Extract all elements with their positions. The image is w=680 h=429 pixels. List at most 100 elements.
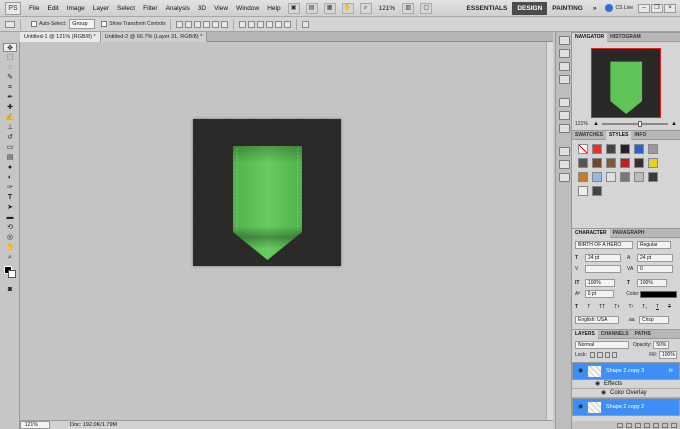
masks-icon[interactable] xyxy=(559,124,570,133)
mini-bridge-icon[interactable]: ▤ xyxy=(305,2,318,14)
zoom-tool-icon[interactable]: ⌕ xyxy=(3,253,17,262)
brush-tool-icon[interactable]: ✍ xyxy=(3,113,17,122)
fill-field[interactable]: 100% xyxy=(658,351,677,359)
faux-italic-button[interactable]: T xyxy=(587,304,590,310)
navigator-zoom[interactable]: 121% xyxy=(575,121,593,127)
menu-edit[interactable]: Edit xyxy=(43,0,62,17)
workspace-essentials[interactable]: ESSENTIALS xyxy=(462,0,513,17)
zoom-slider[interactable] xyxy=(601,121,669,127)
opacity-field[interactable]: 50% xyxy=(653,341,670,349)
layer-fx-icon[interactable]: fx xyxy=(669,367,673,375)
vertical-scale-field[interactable]: 100% xyxy=(585,279,615,287)
language-dropdown[interactable]: English: USA xyxy=(575,316,619,324)
style-swatch[interactable] xyxy=(620,172,630,182)
style-swatch[interactable] xyxy=(592,172,602,182)
lock-transparency-icon[interactable] xyxy=(589,352,596,358)
style-swatch[interactable] xyxy=(648,144,658,154)
tab-swatches[interactable]: SWATCHES xyxy=(572,131,606,140)
menu-select[interactable]: Select xyxy=(113,0,139,17)
minimize-button[interactable]: – xyxy=(638,3,650,13)
style-swatch[interactable] xyxy=(592,158,602,168)
dodge-tool-icon[interactable]: ◐ xyxy=(3,173,17,182)
history-brush-icon[interactable]: ↺ xyxy=(3,133,17,142)
style-swatch[interactable] xyxy=(648,158,658,168)
style-swatch[interactable] xyxy=(634,158,644,168)
navigator-preview[interactable] xyxy=(591,48,661,118)
eyedropper-tool-icon[interactable]: ✒ xyxy=(3,93,17,102)
bridge-icon[interactable]: ▣ xyxy=(287,2,300,14)
zoom-in-icon[interactable]: ▲ xyxy=(671,121,677,127)
leading-field[interactable]: 24 pt xyxy=(637,254,673,262)
healing-tool-icon[interactable]: ✚ xyxy=(3,103,17,112)
tab-untitled-1[interactable]: Untitled-1 @ 121% (RGB/8) * xyxy=(20,31,101,42)
horizontal-scale-field[interactable]: 100% xyxy=(637,279,667,287)
zoom-level[interactable]: 121% xyxy=(375,0,400,17)
arrange-documents-icon[interactable]: ▥ xyxy=(402,2,415,14)
distribute-bottom-icon[interactable] xyxy=(256,20,264,28)
tab-paths[interactable]: PATHS xyxy=(632,330,654,339)
effects-eye-icon[interactable]: ◉ xyxy=(595,381,601,387)
auto-select-dropdown[interactable]: Group xyxy=(69,19,96,29)
new-adjustment-icon[interactable] xyxy=(644,422,650,428)
align-hcenter-icon[interactable] xyxy=(211,20,219,28)
3d-rotate-tool-icon[interactable]: ⟲ xyxy=(3,223,17,232)
menu-file[interactable]: File xyxy=(25,0,43,17)
type-tool-icon[interactable]: T xyxy=(3,193,17,202)
menu-filter[interactable]: Filter xyxy=(139,0,161,17)
tab-character[interactable]: CHARACTER xyxy=(572,228,610,238)
more-workspaces-button[interactable]: » xyxy=(588,0,602,17)
distribute-left-icon[interactable] xyxy=(265,20,273,28)
align-right-icon[interactable] xyxy=(220,20,228,28)
align-bottom-icon[interactable] xyxy=(193,20,201,28)
menu-window[interactable]: Window xyxy=(232,0,263,17)
zoom-slider-thumb[interactable] xyxy=(638,121,643,127)
baseline-shift-field[interactable]: 0 pt xyxy=(584,290,615,298)
show-transform-checkbox[interactable] xyxy=(101,21,108,27)
menu-layer[interactable]: Layer xyxy=(89,0,113,17)
tab-channels[interactable]: CHANNELS xyxy=(598,330,632,339)
anti-alias-dropdown[interactable]: Crisp xyxy=(639,316,669,324)
lock-position-icon[interactable] xyxy=(604,352,610,358)
layer-row[interactable]: ◉ Shape 2 copy 3 fx xyxy=(572,362,680,380)
style-swatch[interactable] xyxy=(634,144,644,154)
crop-tool-icon[interactable]: ⌗ xyxy=(3,83,17,92)
align-top-icon[interactable] xyxy=(175,20,183,28)
color-overlay-row[interactable]: ◉ Color Overlay xyxy=(572,389,680,398)
zoom-tool-icon[interactable]: ⌕ xyxy=(359,2,372,14)
status-zoom-field[interactable]: 121% xyxy=(20,421,50,429)
document-canvas[interactable] xyxy=(193,119,341,266)
path-select-tool-icon[interactable]: ➤ xyxy=(3,203,17,212)
color-overlay-eye-icon[interactable]: ◉ xyxy=(601,390,607,396)
visibility-eye-icon[interactable]: ◉ xyxy=(578,404,584,410)
distribute-top-icon[interactable] xyxy=(238,20,246,28)
notes-icon[interactable] xyxy=(559,147,570,156)
lasso-tool-icon[interactable]: ◌ xyxy=(3,63,17,72)
eraser-tool-icon[interactable]: ▭ xyxy=(3,143,17,152)
tab-navigator[interactable]: NAVIGATOR xyxy=(572,32,608,42)
new-group-icon[interactable] xyxy=(653,422,659,428)
style-none[interactable] xyxy=(578,144,588,154)
style-swatch[interactable] xyxy=(606,172,616,182)
menu-view[interactable]: View xyxy=(210,0,232,17)
lock-pixels-icon[interactable] xyxy=(597,352,603,358)
align-vcenter-icon[interactable] xyxy=(184,20,192,28)
tab-histogram[interactable]: HISTOGRAM xyxy=(607,33,643,42)
hand-tool-icon[interactable]: ✋ xyxy=(341,2,354,14)
menu-help[interactable]: Help xyxy=(263,0,284,17)
style-swatch[interactable] xyxy=(606,144,616,154)
subscript-button[interactable]: T₁ xyxy=(642,304,647,310)
style-swatch[interactable] xyxy=(648,172,658,182)
all-caps-button[interactable]: TT xyxy=(599,304,605,310)
zoom-out-icon[interactable]: ▲ xyxy=(593,121,599,127)
style-swatch[interactable] xyxy=(578,186,588,196)
clone-source-icon[interactable] xyxy=(559,75,570,84)
blur-tool-icon[interactable]: ● xyxy=(3,163,17,172)
style-swatch[interactable] xyxy=(620,158,630,168)
add-mask-icon[interactable] xyxy=(635,422,641,428)
effects-row[interactable]: ◉ Effects xyxy=(572,380,680,389)
doc-size-info[interactable]: Doc: 192.0K/1.79M xyxy=(70,421,117,429)
menu-image[interactable]: Image xyxy=(63,0,89,17)
adjustments-icon[interactable] xyxy=(559,111,570,120)
menu-3d[interactable]: 3D xyxy=(194,0,210,17)
quick-mask-icon[interactable]: ◙ xyxy=(3,285,17,294)
